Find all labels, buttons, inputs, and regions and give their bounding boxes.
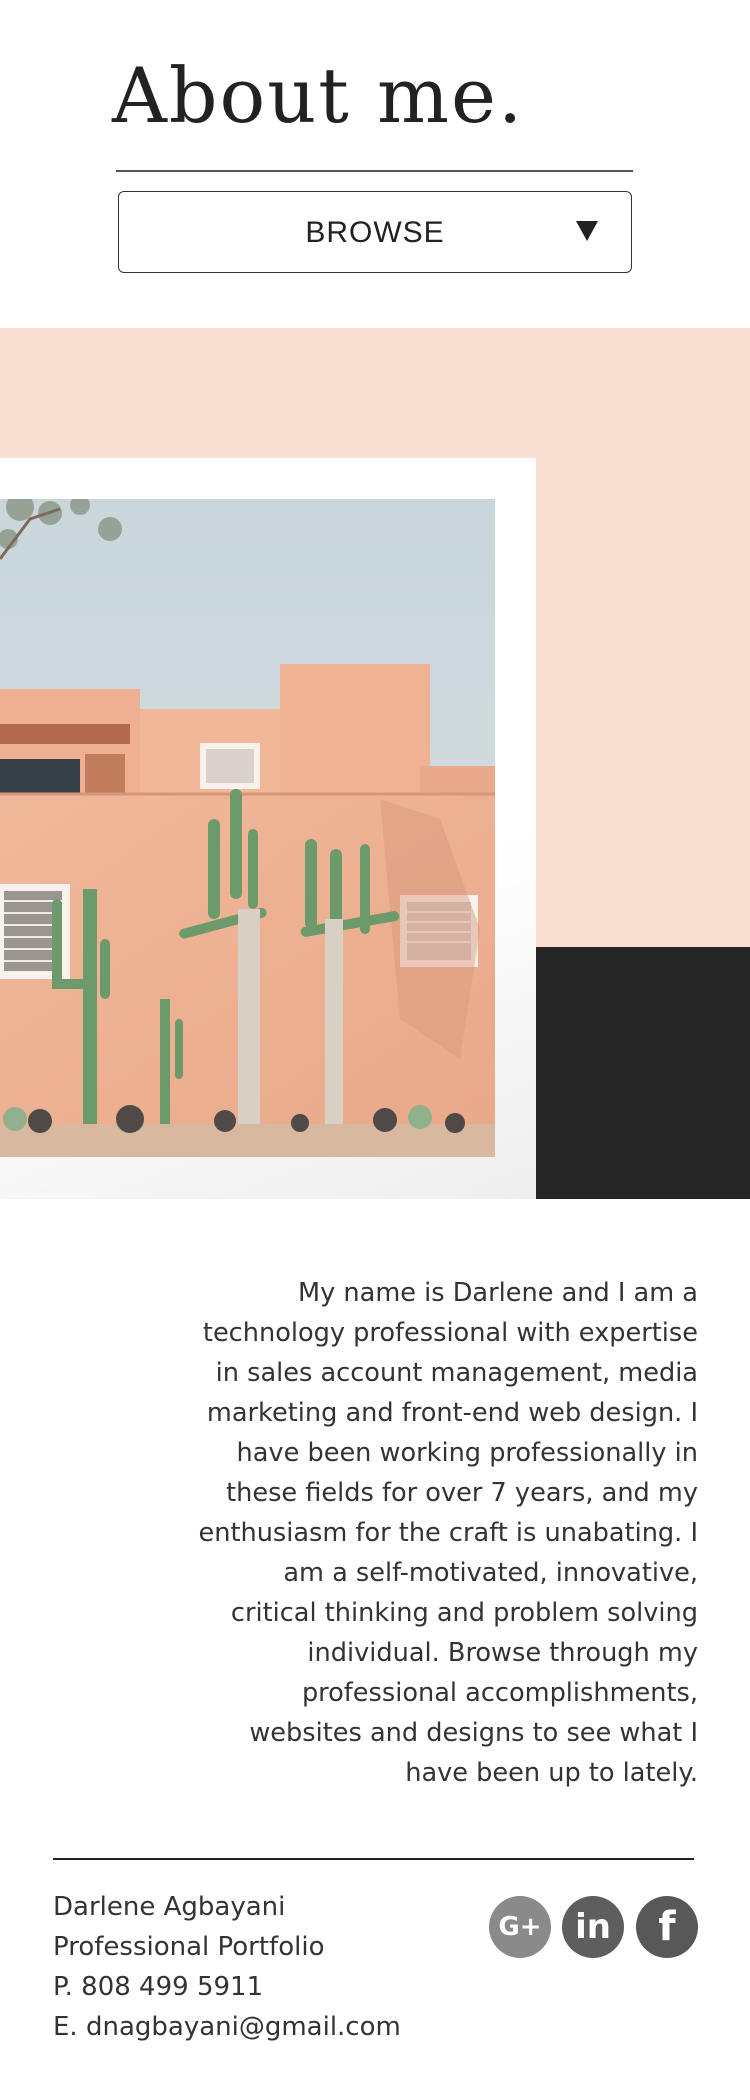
footer-subtitle: Professional Portfolio [53, 1932, 325, 1962]
google-plus-icon: G+ [498, 1912, 542, 1942]
bio-line: professional accomplishments, [301, 1678, 698, 1708]
hero-accent-block [536, 947, 750, 1199]
caret-down-icon [576, 221, 598, 241]
bio-line: am a self-motivated, innovative, [283, 1558, 698, 1588]
bio-paragraph: My name is Darlene and I am a technology… [180, 1273, 698, 1793]
bio-line: have been working professionally in [236, 1438, 698, 1468]
bio-line: individual. Browse through my [307, 1638, 698, 1668]
facebook-button[interactable]: f [636, 1896, 698, 1958]
browse-dropdown[interactable]: BROWSE [118, 191, 632, 273]
bio-line: My name is Darlene and I am a [298, 1278, 698, 1308]
page-title: About me. [112, 51, 525, 140]
bio-line: have been up to lately. [405, 1758, 698, 1788]
google-plus-button[interactable]: G+ [489, 1896, 551, 1958]
bio-line: these fields for over 7 years, and my [226, 1478, 698, 1508]
title-divider [116, 170, 633, 172]
browse-dropdown-label: BROWSE [305, 216, 445, 249]
footer-phone[interactable]: P. 808 499 5911 [53, 1967, 401, 2007]
hero-photo [0, 499, 495, 1157]
linkedin-button[interactable]: in [562, 1896, 624, 1958]
bio-line: technology professional with expertise [202, 1318, 698, 1348]
footer-email[interactable]: E. dnagbayani@gmail.com [53, 2007, 401, 2047]
bio-line: enthusiasm for the craft is unabating. I [198, 1518, 698, 1548]
bio-line: in sales account management, media [215, 1358, 698, 1388]
bio-line: websites and designs to see what I [249, 1718, 698, 1748]
bio-line: marketing and front-end web design. I [206, 1398, 698, 1428]
bio-line: critical thinking and problem solving [230, 1598, 698, 1628]
facebook-icon: f [658, 1904, 676, 1950]
footer-contact: Darlene Agbayani Professional Portfolio … [53, 1887, 401, 2047]
linkedin-icon: in [575, 1907, 611, 1947]
footer-divider [53, 1858, 694, 1860]
footer-name: Darlene Agbayani [53, 1892, 286, 1922]
